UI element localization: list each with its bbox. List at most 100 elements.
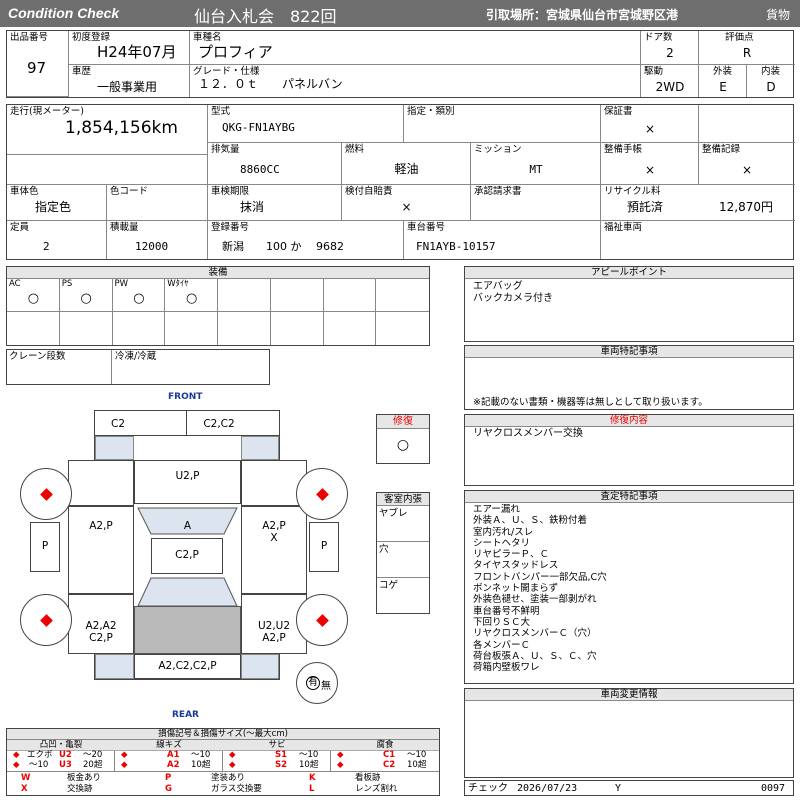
condition-check-title: Condition Check [8,5,120,21]
equipment-label: Wﾀｲﾔ [167,279,189,289]
equipment-cell [60,312,113,345]
legend-code: A1 [167,750,180,760]
model-type: QKG-FN1AYBG [222,121,295,134]
inspector-note-line: 車台番号不鮮明 [473,605,540,617]
legend-code-key: X [21,784,28,794]
interior-score: D [766,80,776,94]
mileage: 1,854,156km [65,118,178,138]
auction-title: 仙台入札会 822回 [194,7,337,26]
legend-group: 凸凹・亀裂 ◆ エクボ U2 ～20 ◆ U3 20超 ～10 [7,740,115,772]
rear-label: REAR [172,710,199,720]
drive-type: 2WD [655,80,685,94]
wheel-rear-right[interactable] [296,594,348,646]
wheel-marker-icon [316,614,329,627]
repair-label: 修復 [377,415,429,429]
repair-box: 修復 ○ [376,414,430,464]
equipment-table: 装備 AC ○ PS ○ PW ○ Wﾀｲﾔ ○ [6,266,430,346]
legend-code: U2 [59,750,72,760]
legend-code-key: W [21,773,31,783]
vehicle-change-info: 車両変更情報 [464,688,794,778]
legend-code-key: L [309,784,315,794]
grade-spec: １２．０ｔ パネルバン [198,77,343,91]
legend-code: S1 [275,750,288,760]
equipment-mark: ○ [27,291,40,306]
repair-mark: ○ [396,437,410,453]
vehicle-diagram: FRONT REAR C2 C2,C2 U2,P A2,P A2,P X A2,… [0,388,460,724]
legend-group: サビ ◆ S1 ～10 ◆ S2 10超 [223,740,331,772]
first-registration: H24年07月 [97,43,177,61]
inspector-note-line: 外装Ａ、Ｕ、Ｓ、鉄粉付着 [473,515,588,527]
check-mark: Y [615,783,622,794]
inspector-note-line: リヤクロスメンバーＣ（穴） [473,628,597,640]
legend-diamond-icon: ◆ [13,750,20,760]
pickup-location: 引取場所：宮城県仙台市宮城野区港 [486,8,679,22]
check-number: 0097 [761,783,786,794]
legend-size: ～10 [191,750,211,760]
hood-panel[interactable] [134,460,241,504]
equipment-cell [7,312,60,345]
fuel-type: 軽油 [394,162,419,176]
equipment-cell: PW ○ [112,279,166,312]
crane-fridge-table: クレーン段数 冷凍/冷蔵 [6,349,270,385]
wheel-front-right[interactable] [296,468,348,520]
legend-group: 線キズ ◆ A1 ～10 ◆ A2 10超 [115,740,223,772]
spare-present: 有 [306,676,320,690]
registration-number: 新潟 100 か 9682 [222,240,344,253]
left-front-fender[interactable] [68,460,134,506]
lot-number: 97 [27,59,47,77]
legend-diamond-icon: ◆ [337,750,344,760]
body-color: 指定色 [35,200,72,214]
equipment-label: PW [114,279,129,289]
legend-code-value: 交換跡 [67,784,93,794]
chassis-number: FN1AYB-10157 [416,240,496,253]
equipment-cell [376,279,429,312]
legend-code: C2 [383,760,396,770]
door-count: 2 [666,46,674,60]
maintenance-manual: × [644,163,656,177]
legend-diamond-icon: ◆ [337,760,344,770]
inspection-expiry: 抹消 [240,200,265,214]
legend-size: 10超 [191,760,211,770]
wheel-front-left[interactable] [20,468,72,520]
legend-code: C1 [383,750,396,760]
spare-tire[interactable]: 有 無 [296,662,338,704]
inspector-note-line: 室内汚れ/スレ [473,526,534,538]
inspector-note-line: シートヘタリ [473,537,531,549]
repair-content: 修復内容 リヤクロスメンバー交換 [464,414,794,486]
vehicle-category: 貨物 [766,8,791,22]
cargo-bed[interactable] [134,606,241,654]
displacement: 8860CC [240,163,280,176]
seating-capacity: 2 [43,240,50,253]
inspector-note-line: リヤピラーＰ、Ｃ [473,549,550,561]
inspector-note-line: 各メンバーＣ [473,639,531,651]
vehicle-info-row2: 走行(現メーター) 1,854,156km 型式 QKG-FN1AYBG 指定・… [6,104,795,260]
vehicle-history: 一般事業用 [97,80,158,94]
recycle-status: 預託済 [627,200,664,214]
legend-code: U3 [59,760,72,770]
model-name: プロフィア [198,43,273,61]
equipment-cell [218,312,271,345]
wheel-marker-icon [316,488,329,501]
equipment-cell [165,312,218,345]
equipment-mark: ○ [185,291,198,306]
inspector-note-line: 下回りＳＣ大 [473,616,531,628]
front-label: FRONT [168,392,203,402]
rear-window[interactable] [137,577,238,607]
cabin-interior-box: 客室内張 ヤブレ 穴 コゲ [376,492,430,614]
equipment-cell [270,279,324,312]
equipment-cell [324,312,377,345]
wheel-rear-left[interactable] [20,594,72,646]
equipment-mark: ○ [133,291,145,306]
legend-code-value: ガラス交換要 [211,784,262,794]
legend-diamond-icon: ◆ [13,760,20,770]
check-footer: チェック 2026/07/23 Y 0097 [464,780,794,796]
appeal-points: アピールポイント エアバッグ バックカメラ付き [464,266,794,342]
vehicle-info-row1: 出品番号 97 初度登録 H24年07月 車種名 プロフィア ドア数 2 評価点… [6,30,795,98]
fridge-label: 冷凍/冷蔵 [115,351,157,362]
liability-insurance: × [401,200,412,214]
wheel-marker-icon [40,614,53,627]
equipment-cell [271,312,324,345]
inspector-note-line: タイヤスタッドレス [473,560,559,572]
header-bar: Condition Check 仙台入札会 822回 引取場所：宮城県仙台市宮城… [0,0,800,27]
check-date: 2026/07/23 [517,783,578,794]
